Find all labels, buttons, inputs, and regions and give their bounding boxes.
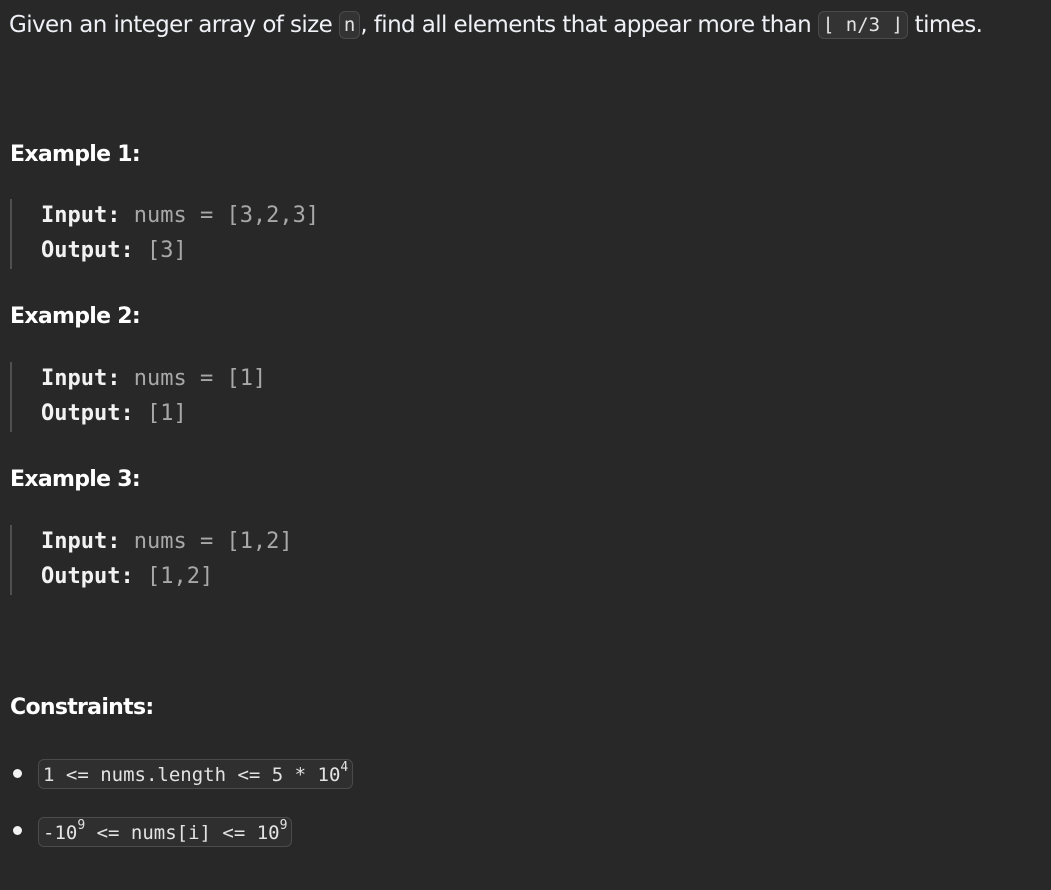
example-1-input: Input: nums = [3,2,3] (41, 201, 319, 231)
inline-code-floor: ⌊ n/3 ⌋ (817, 11, 908, 39)
input-label: Input: (41, 529, 121, 554)
example-3-input: Input: nums = [1,2] (41, 527, 293, 557)
input-label: Input: (41, 203, 121, 228)
statement-text: times. (907, 12, 983, 38)
example-3-title: Example 3: (10, 467, 141, 492)
output-value: [1] (133, 401, 187, 426)
output-label: Output: (41, 401, 134, 426)
constraint-2: -109 <= nums[i] <= 109 (38, 817, 293, 847)
constraint-1: 1 <= nums.length <= 5 * 104 (38, 759, 354, 789)
constraint-exponent: 4 (340, 760, 349, 775)
output-label: Output: (41, 564, 134, 589)
input-label: Input: (41, 366, 121, 391)
example-3-output: Output: [1,2] (41, 562, 213, 592)
example-2-title: Example 2: (10, 304, 141, 329)
problem-statement: Given an integer array of size n, find a… (9, 11, 983, 39)
example-1-block: Input: nums = [3,2,3] Output: [3] (10, 199, 612, 269)
bullet-icon (13, 826, 22, 835)
input-value: nums = [3,2,3] (120, 203, 320, 228)
inline-code-n: n (338, 11, 361, 39)
statement-text: , find all elements that appear more tha… (360, 12, 818, 38)
statement-text: Given an integer array of size (9, 12, 339, 38)
input-value: nums = [1] (120, 366, 267, 391)
example-3-block: Input: nums = [1,2] Output: [1,2] (10, 525, 612, 595)
constraint-text: 1 <= nums.length <= 5 * 10 (43, 764, 341, 786)
constraint-text: -10 (43, 822, 78, 844)
constraint-exponent: 9 (279, 818, 288, 833)
constraint-text: <= nums[i] <= 10 (85, 822, 280, 844)
example-2-input: Input: nums = [1] (41, 364, 266, 394)
output-value: [1,2] (133, 564, 214, 589)
bullet-icon (13, 769, 22, 778)
example-1-title: Example 1: (10, 142, 141, 167)
example-2-output: Output: [1] (41, 399, 187, 429)
example-2-block: Input: nums = [1] Output: [1] (10, 362, 612, 432)
output-label: Output: (41, 238, 134, 263)
constraints-title: Constraints: (10, 695, 154, 720)
problem-description: Given an integer array of size n, find a… (0, 0, 1051, 890)
constraint-exponent: 9 (77, 818, 86, 833)
example-1-output: Output: [3] (41, 236, 187, 266)
input-value: nums = [1,2] (120, 529, 293, 554)
output-value: [3] (133, 238, 187, 263)
